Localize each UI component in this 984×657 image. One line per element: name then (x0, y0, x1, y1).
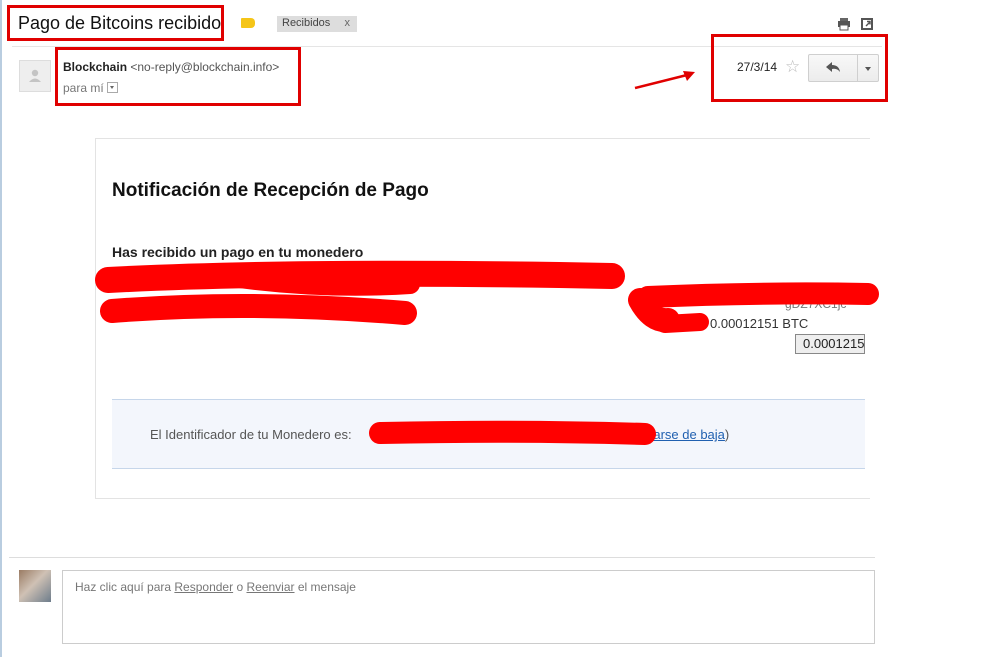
reply-arrow-icon (826, 62, 840, 72)
unsubscribe-link[interactable]: Darse de baja (644, 427, 725, 442)
sender-name[interactable]: Blockchain (63, 60, 127, 74)
default-avatar-icon (29, 69, 41, 82)
reply-or: o (236, 580, 244, 594)
label-chip-text: Recibidos (282, 17, 331, 29)
print-icon[interactable] (837, 17, 851, 31)
wallet-id-line: El Identificador de tu Monedero es: (Dars… (150, 427, 729, 442)
reply-suffix: el mensaje (297, 580, 356, 594)
reply-button[interactable] (808, 54, 858, 82)
user-avatar[interactable] (19, 570, 51, 602)
email-subject: Pago de Bitcoins recibido (18, 13, 222, 33)
payment-subheading: Has recibido un pago en tu monedero (112, 244, 364, 260)
sender-line[interactable]: Blockchain <no-reply@blockchain.info> (63, 60, 279, 74)
amount-button[interactable]: 0.00012151 (795, 334, 865, 354)
label-chip-recibidos[interactable]: Recibidos x (277, 16, 357, 32)
quick-reply-prompt[interactable]: Haz clic aquí para Responder o Reenviar … (75, 580, 356, 594)
star-icon[interactable]: ☆ (785, 57, 800, 77)
left-border (0, 0, 2, 657)
more-options-button[interactable] (857, 54, 879, 82)
recipient-text: para mí (63, 81, 104, 95)
label-tag-icon[interactable] (241, 18, 255, 28)
sender-email: <no-reply@blockchain.info> (130, 60, 280, 74)
show-details-dropdown-icon[interactable] (106, 82, 118, 93)
paren-close: ) (724, 427, 730, 442)
annotation-arrow-icon (634, 71, 695, 90)
recipient-line: para mí (63, 81, 118, 95)
email-date: 27/3/14 (737, 60, 778, 74)
forward-link[interactable]: Reenviar (246, 580, 294, 594)
partial-hidden-text: gDZ7XC1jc (785, 297, 847, 311)
remove-label-button[interactable]: x (345, 17, 351, 29)
annotation-box-sender (55, 47, 301, 106)
amount-received: 0.00012151 BTC (710, 316, 809, 331)
reply-divider (9, 557, 875, 558)
sender-avatar[interactable] (19, 60, 51, 92)
notification-heading: Notificación de Recepción de Pago (112, 180, 429, 201)
reply-link[interactable]: Responder (174, 580, 233, 594)
wallet-id-label: El Identificador de tu Monedero es: (150, 427, 352, 442)
new-window-icon[interactable] (860, 17, 874, 31)
reply-prefix: Haz clic aquí para (75, 580, 172, 594)
